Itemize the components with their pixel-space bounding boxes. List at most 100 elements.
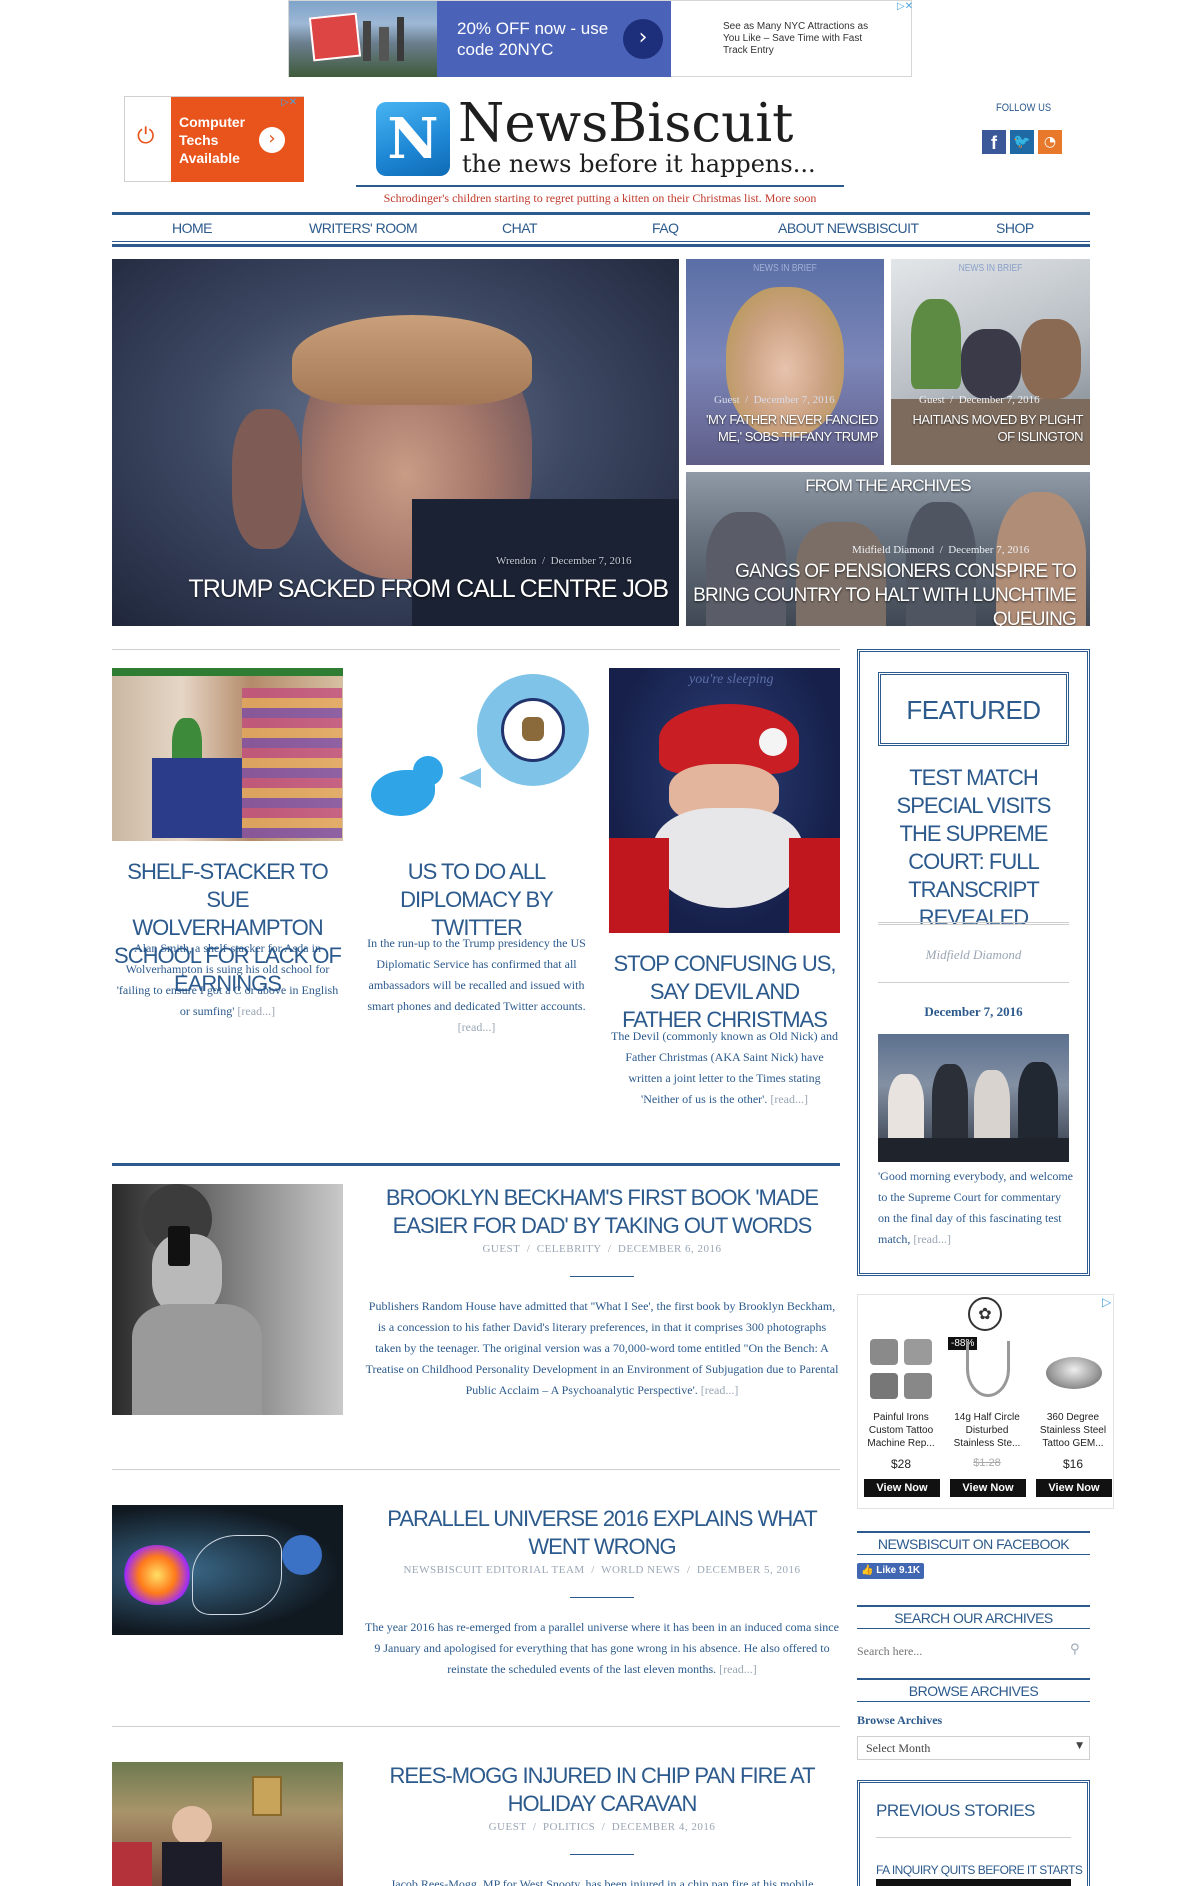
ad-choices-triangle-icon[interactable]: ▷ [1102, 1295, 1111, 1309]
facebook-widget-heading: NEWSBISCUIT ON FACEBOOK [877, 1536, 1070, 1552]
ad-close-icon[interactable]: ▷✕ [281, 97, 297, 108]
hero-main-title[interactable]: TRUMP SACKED FROM CALL CENTRE JOB [122, 575, 669, 604]
tile-pensioners-title[interactable]: GANGS OF PENSIONERS CONSPIRE TO BRING CO… [692, 560, 1077, 626]
previous-story-thumb[interactable] [876, 1879, 1071, 1886]
featured-court-image[interactable] [878, 1034, 1069, 1162]
facebook-icon[interactable]: f [982, 130, 1006, 154]
product-2-view-button[interactable]: View Now [950, 1479, 1026, 1497]
article-parallel-title[interactable]: PARALLEL UNIVERSE 2016 EXPLAINS WHAT WEN… [364, 1505, 840, 1561]
tile-tiffany-author[interactable]: Guest [714, 394, 740, 406]
product-3-name: 360 Degree Stainless Steel Tattoo GEM... [1039, 1412, 1107, 1449]
tile-tiffany-kicker: NEWS IN BRIEF [753, 263, 817, 274]
product-3-view-button[interactable]: View Now [1036, 1479, 1112, 1497]
ad-choices-icon[interactable]: ▷✕ [897, 1, 913, 13]
article-rees-mogg-title[interactable]: REES-MOGG INJURED IN CHIP PAN FIRE AT HO… [364, 1762, 840, 1818]
tile-haitians-author[interactable]: Guest [919, 394, 945, 406]
ad-techs-arrow-button[interactable]: › [259, 127, 285, 153]
card-shelf-stacker-body: Alan Smith, a shelf-stacker for Asda in … [116, 941, 339, 1018]
browse-widget-heading: BROWSE ARCHIVES [908, 1683, 1039, 1699]
nav-shop[interactable]: SHOP [996, 220, 1034, 236]
tile-tiffany-title[interactable]: 'MY FATHER NEVER FANCIED ME,' SOBS TIFFA… [692, 411, 879, 445]
twitter-icon[interactable]: 🐦 [1010, 130, 1034, 154]
article-beckham-title[interactable]: BROOKLYN BECKHAM'S FIRST BOOK 'MADE EASI… [364, 1184, 840, 1240]
article-rees-mogg-image[interactable] [112, 1762, 343, 1886]
facebook-like-button[interactable]: 👍 Like 9.1K [857, 1563, 924, 1579]
logo-tagline: the news before it happens... [462, 150, 816, 178]
featured-title[interactable]: TEST MATCH SPECIAL VISITS THE SUPREME CO… [874, 764, 1073, 932]
previous-story-link[interactable]: FA INQUIRY QUITS BEFORE IT STARTS [876, 1863, 1083, 1877]
article-parallel-read-more[interactable]: [read...] [719, 1662, 757, 1676]
ad-offer-text: 20% OFF now - use code 20NYC [457, 19, 609, 59]
archive-search-input[interactable] [857, 1640, 1067, 1662]
card-devil-title[interactable]: STOP CONFUSING US, SAY DEVIL AND FATHER … [609, 950, 840, 1034]
hero-main-author[interactable]: Wrendon [496, 555, 537, 567]
article-rees-mogg-date: DECEMBER 4, 2016 [611, 1821, 716, 1833]
tile-haitians-kicker: NEWS IN BRIEF [958, 263, 1023, 274]
top-banner-ad[interactable]: 20% OFF now - use code 20NYC › See as Ma… [288, 0, 913, 77]
site-logo[interactable]: N NewsBiscuit the news before it happens… [376, 93, 832, 182]
hero-main-date: December 7, 2016 [550, 555, 632, 567]
nav-chat[interactable]: CHAT [502, 220, 538, 236]
articles-top-rule [112, 1163, 840, 1166]
tile-haitians-title[interactable]: HAITIANS MOVED BY PLIGHT OF ISLINGTON [897, 411, 1083, 445]
rss-icon[interactable]: ◔ [1038, 130, 1062, 154]
twitter-bird-icon [361, 752, 451, 824]
ad-arrow-button[interactable]: › [623, 19, 663, 59]
month-select[interactable]: Select Month ▼ [857, 1736, 1090, 1760]
card-twitter-image[interactable] [361, 668, 592, 841]
article-parallel-author[interactable]: NEWSBISCUIT EDITORIAL TEAM [403, 1564, 584, 1576]
card-shelf-stacker-read-more[interactable]: [read...] [237, 1004, 275, 1018]
article-parallel-body: The year 2016 has re-emerged from a para… [365, 1620, 839, 1676]
product-1-name: Painful Irons Custom Tattoo Machine Rep.… [867, 1412, 935, 1449]
tile-pensioners-kicker: FROM THE ARCHIVES [805, 476, 971, 495]
product-1-view-button[interactable]: View Now [864, 1479, 940, 1497]
featured-read-more[interactable]: [read...] [913, 1232, 951, 1246]
article-rees-mogg-meta: GUEST / POLITICS / DECEMBER 4, 2016 [488, 1821, 716, 1833]
us-seal-bubble [477, 674, 589, 786]
article-parallel-category[interactable]: WORLD NEWS [601, 1564, 680, 1576]
hero-tile-tiffany[interactable]: NEWS IN BRIEF Guest / December 7, 2016 '… [686, 259, 884, 465]
article-rees-mogg-category[interactable]: POLITICS [543, 1821, 595, 1833]
article-beckham-read-more[interactable]: [read...] [701, 1383, 739, 1397]
previous-stories-heading: PREVIOUS STORIES [876, 1801, 1035, 1820]
chevron-down-icon: ▼ [1076, 1741, 1083, 1751]
featured-box: FEATURED TEST MATCH SPECIAL VISITS THE S… [857, 649, 1090, 1276]
tile-tiffany-date: December 7, 2016 [753, 394, 835, 406]
article-parallel-universe-image[interactable] [112, 1505, 343, 1635]
article-beckham-image[interactable] [112, 1184, 343, 1415]
article-beckham-author[interactable]: GUEST [482, 1243, 520, 1255]
article-beckham-category[interactable]: CELEBRITY [537, 1243, 602, 1255]
computer-techs-ad[interactable]: ⏻ Computer Techs Available › ▷✕ [124, 96, 304, 182]
article-rees-mogg-body: Jacob Rees-Mogg, MP for West Snooty, has… [390, 1877, 814, 1886]
card-devil-read-more[interactable]: [read...] [770, 1092, 808, 1106]
featured-author[interactable]: Midfield Diamond [860, 947, 1087, 963]
tile-haitians-date: December 7, 2016 [958, 394, 1040, 406]
nav-faq[interactable]: FAQ [652, 220, 679, 236]
hero-tile-pensioners[interactable]: FROM THE ARCHIVES Midfield Diamond / Dec… [686, 472, 1090, 626]
news-ticker[interactable]: Schrodinger's children starting to regre… [320, 191, 880, 206]
hero-tile-haitians[interactable]: NEWS IN BRIEF Guest / December 7, 2016 H… [891, 259, 1090, 465]
hero-main-story[interactable]: Wrendon / December 7, 2016 TRUMP SACKED … [112, 259, 679, 626]
tattoo-shop-ad[interactable]: ✿ ▷ Painful Irons Custom Tattoo Machine … [857, 1294, 1114, 1509]
nav-bottom-rule [112, 241, 1090, 242]
card-santa-image[interactable]: you're sleeping [609, 668, 840, 933]
tile-pensioners-author[interactable]: Midfield Diamond [852, 544, 934, 556]
nav-writers-room[interactable]: WRITERS' ROOM [309, 220, 418, 236]
cards-top-rule [112, 649, 840, 650]
card-twitter-read-more[interactable]: [read...] [458, 1020, 496, 1034]
nav-bottom-rule-thick [112, 244, 1090, 247]
ad-techs-text: Computer Techs Available [179, 114, 246, 166]
like-count: Like 9.1K [876, 1565, 921, 1576]
ad-offer-panel[interactable]: 20% OFF now - use code 20NYC › [437, 1, 671, 77]
santa-image-caption: you're sleeping [689, 672, 774, 687]
search-icon[interactable]: ⚲ [1070, 1642, 1086, 1658]
article-rees-mogg-author[interactable]: GUEST [489, 1821, 527, 1833]
nav-about[interactable]: ABOUT NEWSBISCUIT [778, 220, 919, 236]
card-twitter-title[interactable]: US TO DO ALL DIPLOMACY BY TWITTER [361, 858, 592, 942]
card-asda-image[interactable] [112, 668, 343, 841]
browse-archives-label: Browse Archives [857, 1713, 943, 1727]
card-devil-body: The Devil (commonly known as Old Nick) a… [611, 1029, 838, 1106]
nav-home[interactable]: HOME [172, 220, 213, 236]
featured-date: December 7, 2016 [924, 1004, 1023, 1019]
ad-side-text: See as Many NYC Attractions as You Like … [723, 21, 869, 56]
